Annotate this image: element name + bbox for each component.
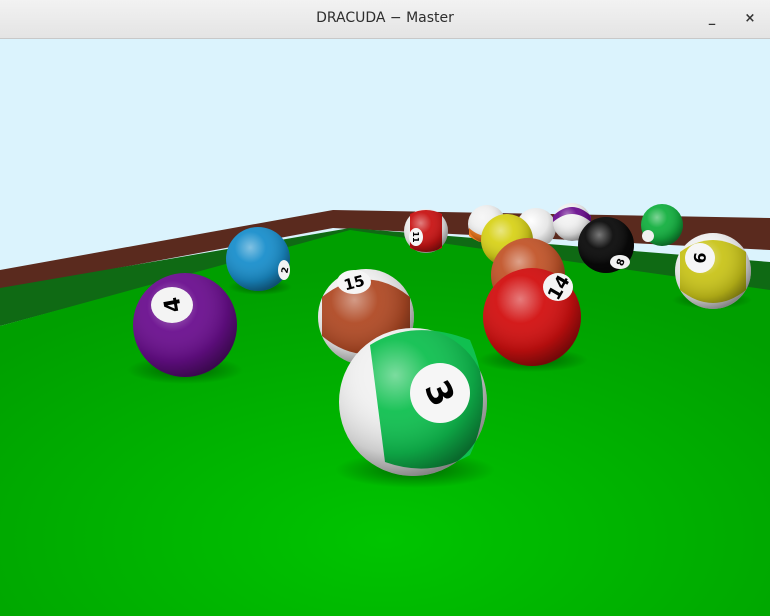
svg-text:9: 9 [690,252,710,265]
window-title: DRACUDA − Master [316,10,454,26]
game-viewport[interactable]: 11 8 2 9 15 4 14 3 [0,39,770,616]
close-button[interactable]: × [739,9,761,29]
ball-11[interactable]: 11 [404,209,448,253]
pool-scene[interactable]: 11 8 2 9 15 4 14 3 [0,39,770,616]
minimize-button[interactable]: _ [701,9,723,29]
ball-8[interactable]: 8 [578,217,634,273]
ball-3[interactable]: 14 [483,268,581,366]
svg-text:11: 11 [411,231,420,243]
application-window: DRACUDA − Master _ × 11 8 2 9 15 4 14 3 [0,0,770,616]
ball-4[interactable]: 4 [133,273,237,377]
ball-14[interactable]: 3 [339,328,487,476]
ball-far-green [641,204,683,246]
title-bar[interactable]: DRACUDA − Master _ × [0,0,770,39]
ball-9[interactable]: 9 [675,233,751,309]
